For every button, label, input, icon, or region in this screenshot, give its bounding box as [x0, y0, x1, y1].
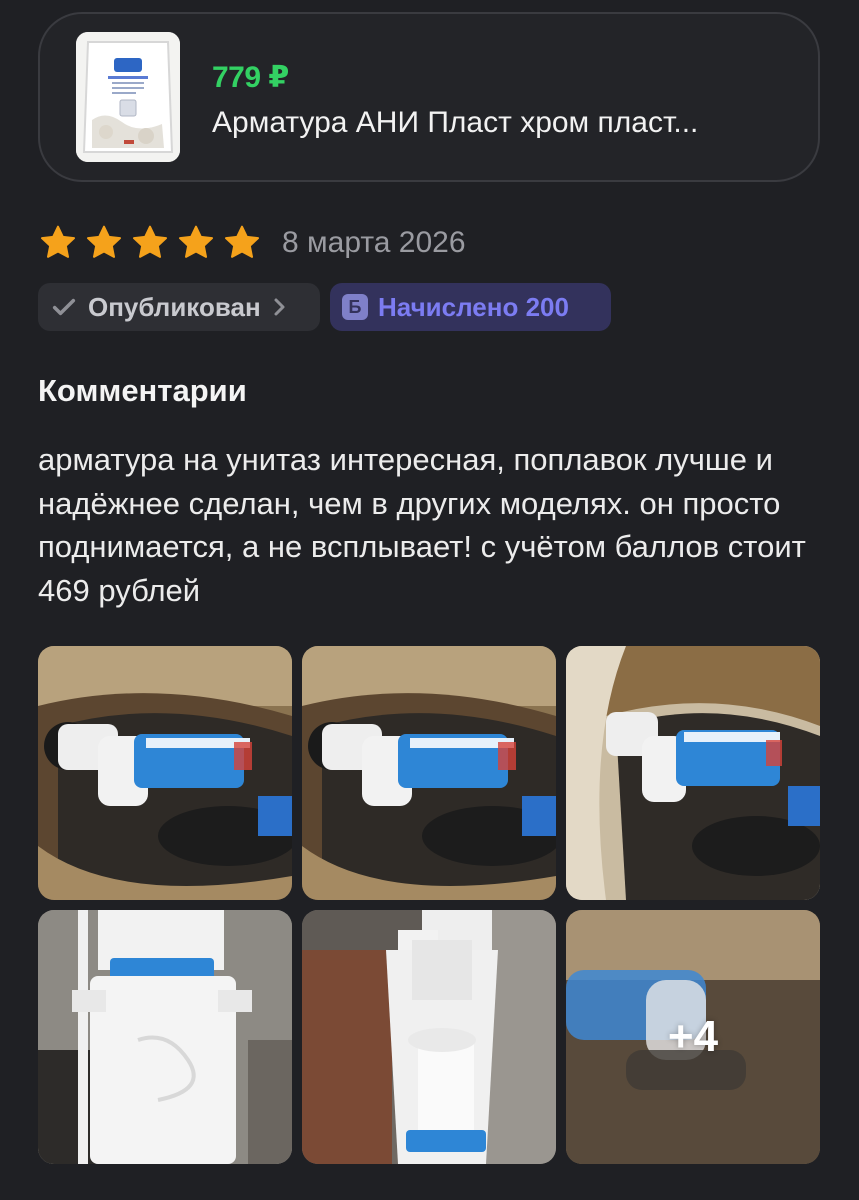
product-card[interactable]: 779 ₽ Арматура АНИ Пласт хром пласт...: [38, 12, 820, 182]
review-photo[interactable]: [38, 910, 292, 1164]
comment-text: арматура на унитаз интересная, поплавок …: [38, 442, 806, 608]
product-image: [76, 32, 180, 162]
status-badge[interactable]: Опубликован: [38, 283, 320, 331]
star-icon: [176, 223, 216, 263]
rating-row: 8 марта 2026: [38, 222, 466, 264]
comments-title: Комментарии: [38, 373, 247, 408]
star-icon: [38, 223, 78, 263]
review-photo[interactable]: [566, 646, 820, 900]
product-price: 779 ₽: [212, 61, 289, 94]
review-photo[interactable]: [302, 910, 556, 1164]
points-icon: Б: [342, 294, 368, 320]
points-badge[interactable]: Б Начислено 200: [330, 283, 611, 331]
status-label: Опубликован: [88, 291, 261, 322]
points-label: Начислено 200: [378, 291, 569, 322]
badges-row: Опубликован Б Начислено 200: [38, 283, 611, 331]
review-date: 8 марта 2026: [282, 226, 466, 259]
more-photos-count: +4: [667, 1012, 719, 1061]
star-icon: [222, 223, 262, 263]
review-photo[interactable]: [38, 646, 292, 900]
review-photo[interactable]: [302, 646, 556, 900]
review-photo-more[interactable]: +4: [566, 910, 820, 1164]
photo-gallery: +4: [38, 646, 821, 1164]
product-title: Арматура АНИ Пласт хром пласт...: [212, 106, 699, 139]
star-icon: [84, 223, 124, 263]
star-icon: [130, 223, 170, 263]
chevron-right-icon: [271, 296, 289, 318]
check-icon: [50, 293, 78, 321]
